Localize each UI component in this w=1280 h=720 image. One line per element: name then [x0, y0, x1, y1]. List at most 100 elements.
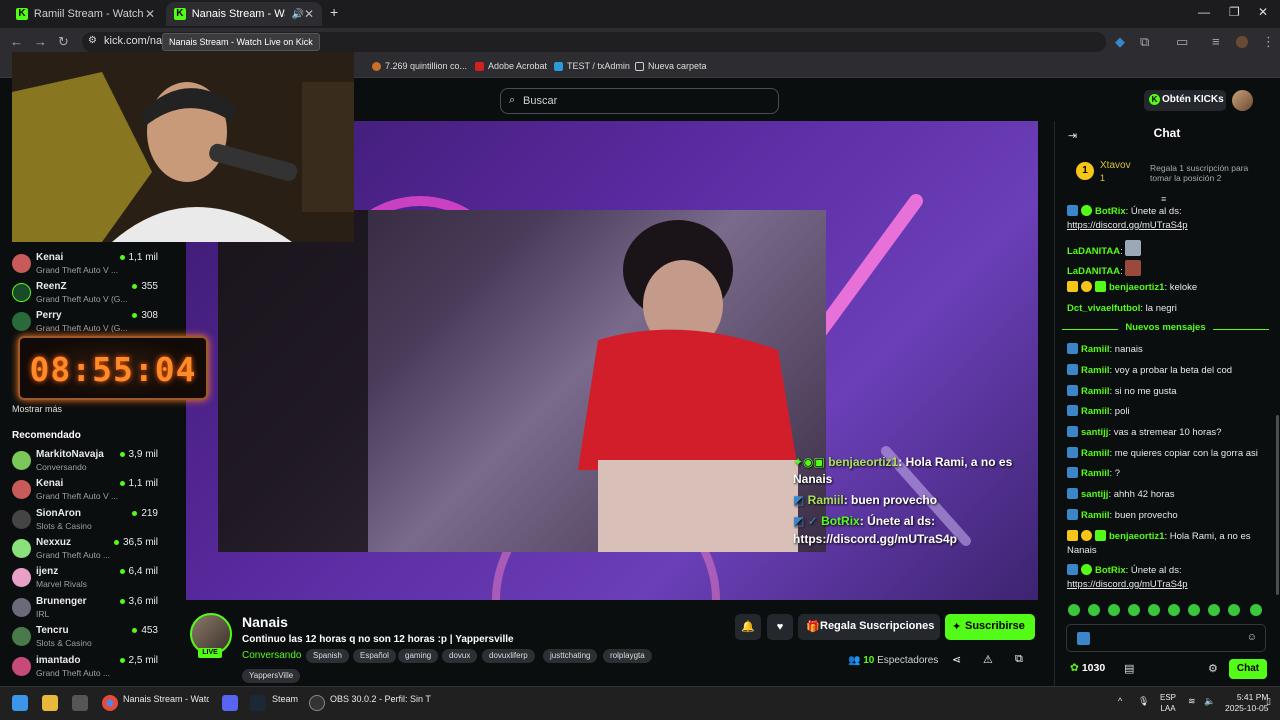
chat-username[interactable]: LaDANITAA	[1067, 266, 1120, 277]
gift-subs-button[interactable]: 🎁 Regala Suscripciones	[798, 614, 940, 640]
media-controls-icon[interactable]: ≡	[1212, 34, 1220, 49]
tray-chevron-icon[interactable]: ^	[1118, 696, 1122, 706]
emote-icon[interactable]	[1128, 604, 1140, 616]
extension-shield-icon[interactable]: ◆	[1115, 34, 1125, 50]
streamer-name[interactable]: Nanais	[242, 614, 288, 630]
clock[interactable]: 5:41 PM 2025-10-05	[1225, 692, 1268, 714]
emote-icon[interactable]	[1088, 604, 1100, 616]
minimize-icon[interactable]: —	[1198, 5, 1210, 19]
get-kicks-button[interactable]: K Obtén KICKs	[1144, 90, 1226, 111]
notifications-icon[interactable]: ▯	[1266, 696, 1271, 707]
bookmark-item[interactable]: Adobe Acrobat	[475, 61, 547, 71]
search-input[interactable]: ⌕ Buscar	[500, 88, 779, 114]
clip-icon[interactable]: ⧉	[1015, 653, 1023, 666]
taskbar-app-obs[interactable]: OBS 30.0.2 - Perfil: Sin T	[330, 694, 431, 704]
chat-username[interactable]: santijj	[1081, 489, 1108, 500]
gift-leaderboard[interactable]: 1 Xtavov 1 Regala 1 suscripción para tom…	[1058, 152, 1274, 192]
emote-icon[interactable]	[1188, 604, 1200, 616]
site-info-icon[interactable]: ⚙	[88, 35, 97, 46]
share-icon[interactable]: ⋖	[952, 653, 961, 666]
stream-tag[interactable]: Spanish	[306, 649, 349, 663]
stream-tag[interactable]: dovux	[442, 649, 478, 663]
chat-username[interactable]: benjaeortiz1	[1109, 531, 1164, 542]
emote-icon[interactable]	[1168, 604, 1180, 616]
menu-kebab-icon[interactable]: ⋮	[1262, 34, 1275, 50]
user-avatar[interactable]	[1232, 90, 1253, 111]
close-tab-icon[interactable]: ✕	[145, 7, 155, 21]
bookmark-item[interactable]: 7.269 quintillion co...	[372, 61, 467, 71]
reload-icon[interactable]: ↻	[58, 34, 69, 50]
emote-icon[interactable]	[1228, 604, 1240, 616]
chrome-icon[interactable]	[102, 695, 118, 711]
bookmark-item[interactable]: TEST / txAdmin	[554, 61, 630, 71]
chat-username[interactable]: Ramiil	[1081, 406, 1110, 417]
sidebar-channel-kenai[interactable]: Kenai Grand Theft Auto V ... 1,1 mil	[12, 478, 162, 506]
follow-heart-button[interactable]: ♥	[767, 614, 793, 640]
back-icon[interactable]: ←	[10, 34, 23, 49]
close-window-icon[interactable]: ✕	[1258, 5, 1268, 19]
chat-username[interactable]: Dct_vivaelfutbol	[1067, 303, 1140, 314]
discord-icon[interactable]	[222, 695, 238, 711]
notification-bell-button[interactable]: 🔔	[735, 614, 761, 640]
taskbar-app-icon[interactable]	[72, 695, 88, 711]
browser-tab-nanais[interactable]: K Nanais Stream - Watch Live 🔊 ✕	[166, 2, 322, 26]
emote-icon[interactable]	[1068, 604, 1080, 616]
chat-username[interactable]: Ramiil	[1081, 448, 1110, 459]
input-language[interactable]: ESP LAA	[1160, 692, 1176, 714]
sidebar-channel-nexxuz[interactable]: Nexxuz Grand Theft Auto ... 36,5 mil	[12, 537, 162, 565]
show-more-link[interactable]: Mostrar más	[12, 404, 62, 414]
chat-expand-icon[interactable]: ≡	[1161, 194, 1166, 204]
chat-username[interactable]: BotRix	[1095, 206, 1126, 217]
sidebar-channel-ijenz[interactable]: ijenz Marvel Rivals 6,4 mil	[12, 566, 162, 594]
maximize-icon[interactable]: ❐	[1229, 5, 1240, 19]
stream-tag[interactable]: gaming	[398, 649, 439, 663]
microphone-icon[interactable]: 🎙	[1138, 696, 1149, 707]
obs-icon[interactable]	[309, 695, 325, 711]
sidebar-channel-kenai[interactable]: Kenai Grand Theft Auto V ... 1,1 mil	[12, 252, 162, 280]
chat-username[interactable]: LaDANITAA	[1067, 246, 1120, 257]
sidebar-channel-sionaron[interactable]: SionAron Slots & Casino 219	[12, 508, 162, 536]
chat-settings-gear-icon[interactable]: ⚙	[1208, 662, 1218, 675]
sidebar-channel-markitonavaja[interactable]: MarkitoNavaja Conversando 3,9 mil	[12, 449, 162, 477]
emote-icon[interactable]	[1148, 604, 1160, 616]
chat-username[interactable]: Ramiil	[1081, 365, 1110, 376]
stream-tag[interactable]: YappersVille	[242, 669, 301, 683]
wifi-icon[interactable]: ≋	[1188, 696, 1196, 707]
chat-username[interactable]: benjaeortiz1	[1109, 282, 1164, 293]
chat-username[interactable]: BotRix	[1095, 565, 1126, 576]
stream-tag[interactable]: justtchating	[543, 649, 598, 663]
stream-tag[interactable]: rolplaygta	[603, 649, 652, 663]
emoji-picker-icon[interactable]: ☺	[1247, 632, 1257, 643]
chat-username[interactable]: Ramiil	[1081, 344, 1110, 355]
stream-tag[interactable]: dovuxliferp	[482, 649, 535, 663]
stream-tag[interactable]: Español	[353, 649, 396, 663]
volume-icon[interactable]: 🔈	[1204, 696, 1215, 707]
subscribe-button[interactable]: ✦ Suscribirse	[945, 614, 1035, 640]
chat-username[interactable]: Ramiil	[1081, 510, 1110, 521]
report-warning-icon[interactable]: ⚠	[983, 653, 993, 666]
chat-username[interactable]: santijj	[1081, 427, 1108, 438]
sidebar-channel-reenz[interactable]: ReenZ Grand Theft Auto V (G... 355	[12, 281, 162, 309]
windows-start-icon[interactable]	[12, 695, 28, 711]
forward-icon[interactable]: →	[34, 34, 47, 49]
extensions-icon[interactable]: ⧉	[1140, 34, 1149, 50]
sidebar-channel-brunenger[interactable]: Brunenger IRL 3,6 mil	[12, 596, 162, 624]
stream-category-link[interactable]: Conversando	[242, 650, 301, 661]
new-tab-icon[interactable]: +	[330, 4, 338, 20]
speaker-icon[interactable]: 🔊	[291, 9, 303, 20]
taskbar-app-steam[interactable]: Steam	[272, 694, 298, 704]
bookmark-item[interactable]: Nueva carpeta	[635, 61, 707, 71]
sidebar-channel-tencru[interactable]: Tencru Slots & Casino 453	[12, 625, 162, 653]
file-explorer-icon[interactable]	[42, 695, 58, 711]
chat-link[interactable]: https://discord.gg/mUTraS4p	[1067, 579, 1188, 590]
emote-icon[interactable]	[1108, 604, 1120, 616]
emote-icon[interactable]	[1250, 604, 1262, 616]
close-tab-icon[interactable]: ✕	[304, 7, 314, 21]
steam-icon[interactable]	[250, 695, 266, 711]
taskbar-app-chrome[interactable]: Nanais Stream - Watch	[123, 694, 209, 704]
chat-link[interactable]: https://discord.gg/mUTraS4p	[1067, 220, 1188, 231]
channel-points[interactable]: ✿ 1030	[1070, 662, 1105, 674]
cast-icon[interactable]: ▭	[1176, 34, 1188, 50]
store-icon[interactable]: ▤	[1124, 662, 1134, 675]
chat-username[interactable]: Ramiil	[1081, 386, 1110, 397]
